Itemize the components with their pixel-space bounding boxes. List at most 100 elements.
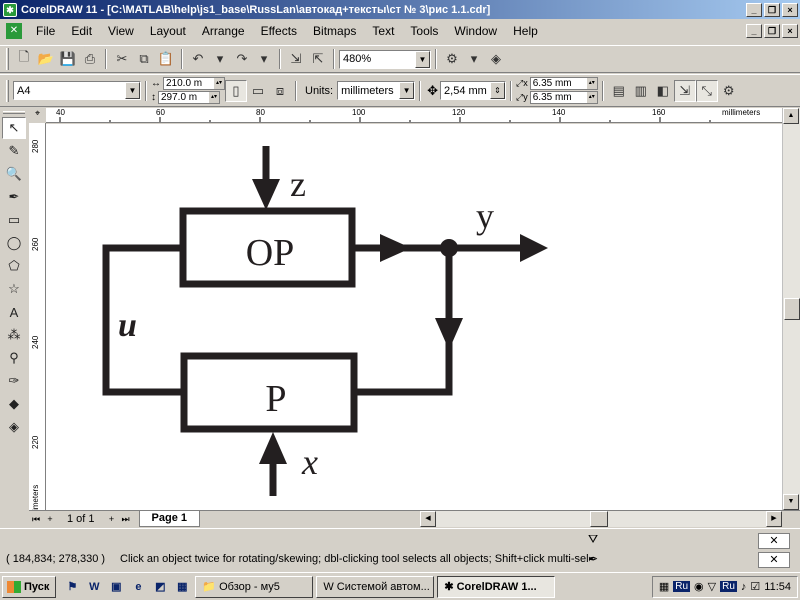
menu-file[interactable]: File	[28, 21, 63, 41]
outline-indicator[interactable]: ✕	[758, 552, 790, 568]
language-indicator[interactable]: Ru	[673, 581, 691, 592]
save-icon[interactable]: ▣	[106, 577, 126, 597]
units-combo[interactable]: millimeters ▼	[337, 81, 416, 100]
page-tab[interactable]: Page 1	[138, 511, 200, 527]
tray-filter-icon[interactable]: ▽	[708, 580, 716, 593]
task-word-document[interactable]: W Системой автом...	[316, 575, 435, 598]
polygon-tool-icon[interactable]: ⬠	[2, 255, 26, 277]
vertical-ruler[interactable]: 280 260 240 220 millimeters	[29, 123, 46, 510]
basic-shapes-tool-icon[interactable]: ☆	[2, 278, 26, 300]
rectangle-tool-icon[interactable]: ▭	[2, 209, 26, 231]
media-icon[interactable]: ▦	[172, 577, 192, 597]
menu-bitmaps[interactable]: Bitmaps	[305, 21, 364, 41]
coreldraw-app-icon[interactable]: ✱	[3, 2, 17, 17]
start-button[interactable]: Пуск	[2, 575, 57, 598]
internet-explorer-icon[interactable]: e	[128, 577, 148, 597]
menu-arrange[interactable]: Arrange	[194, 21, 253, 41]
all-pages-icon[interactable]: ▤	[608, 80, 630, 102]
redo-dropdown-icon[interactable]: ▾	[253, 48, 275, 70]
document-icon[interactable]: ✕	[6, 23, 22, 39]
menu-window[interactable]: Window	[446, 21, 505, 41]
quick-launch-app-icon[interactable]: ⚑	[62, 577, 82, 597]
scroll-left-icon[interactable]: ◀	[420, 511, 436, 527]
doc-restore-button[interactable]: ❐	[764, 24, 780, 38]
outline-tool-icon[interactable]: ✑	[2, 370, 26, 392]
set-default-page-icon[interactable]: ⧈	[269, 80, 291, 102]
copy-icon[interactable]: ⧉	[133, 48, 155, 70]
first-page-icon[interactable]: ⏮	[29, 514, 43, 525]
chevron-down-icon[interactable]: ▼	[399, 82, 415, 99]
undo-icon[interactable]: ↶	[187, 48, 209, 70]
undo-dropdown-icon[interactable]: ▾	[209, 48, 231, 70]
spinner-icon[interactable]: ▴▾	[586, 92, 597, 103]
open-folder-icon[interactable]: 📂	[35, 48, 57, 70]
paper-type-combo[interactable]: A4 ▼	[13, 81, 141, 100]
tray-volume-icon[interactable]: ♪	[741, 581, 747, 593]
chevron-down-icon[interactable]: ▼	[125, 82, 140, 99]
redo-icon[interactable]: ↷	[231, 48, 253, 70]
last-page-icon[interactable]: ⏭	[119, 514, 133, 525]
fill-indicator[interactable]: ✕	[758, 533, 790, 549]
menu-tools[interactable]: Tools	[402, 21, 446, 41]
horizontal-scroll-thumb[interactable]	[590, 511, 608, 527]
shape-tool-icon[interactable]: ✎	[2, 140, 26, 162]
spinner-icon[interactable]: ⇕	[490, 82, 506, 99]
scroll-right-icon[interactable]: ▶	[766, 511, 782, 527]
spinner-icon[interactable]: ▴▾	[214, 78, 224, 89]
add-page-after-icon[interactable]: +	[105, 514, 119, 524]
ellipse-tool-icon[interactable]: ◯	[2, 232, 26, 254]
scroll-up-icon[interactable]: ▲	[783, 108, 799, 124]
launcher-dropdown-icon[interactable]: ▾	[463, 48, 485, 70]
menu-text[interactable]: Text	[364, 21, 402, 41]
maximize-button[interactable]: ❐	[764, 2, 780, 17]
save-icon[interactable]: 💾	[57, 48, 79, 70]
import-icon[interactable]: ⇲	[285, 48, 307, 70]
corel-online-icon[interactable]: ◈	[485, 48, 507, 70]
toolbox-grip[interactable]	[3, 111, 25, 114]
interactive-blend-tool-icon[interactable]: ⁂	[2, 324, 26, 346]
eyedropper-tool-icon[interactable]: ⚲	[2, 347, 26, 369]
tray-check-icon[interactable]: ☑	[750, 580, 760, 593]
language-indicator-secondary[interactable]: Ru	[720, 581, 737, 592]
text-tool-icon[interactable]: A	[2, 301, 26, 323]
horizontal-scrollbar[interactable]: ◀ ▶	[420, 511, 782, 527]
tray-network-icon[interactable]: ◉	[694, 580, 704, 593]
export-icon[interactable]: ⇱	[307, 48, 329, 70]
print-icon[interactable]: ⎙	[79, 48, 101, 70]
paper-width-field[interactable]: 210.0 m ▴▾	[163, 77, 225, 90]
duplicate-y-field[interactable]: 6.35 mm ▴▾	[529, 91, 598, 104]
horizontal-ruler[interactable]: 40 60 80 100 120 140 160 millimeters	[46, 108, 782, 123]
word-icon[interactable]: W	[84, 577, 104, 597]
new-file-icon[interactable]: 🗋	[13, 48, 35, 70]
close-button[interactable]: ×	[782, 2, 798, 17]
desktop-icon[interactable]: ◩	[150, 577, 170, 597]
task-explorer[interactable]: 📁 Обзор - му5	[195, 575, 314, 598]
task-coreldraw[interactable]: ✱ CorelDRAW 1...	[437, 575, 556, 598]
menu-view[interactable]: View	[100, 21, 142, 41]
cut-icon[interactable]: ✂	[111, 48, 133, 70]
application-launcher-icon[interactable]: ⚙	[441, 48, 463, 70]
select-tool-options-icon[interactable]: ⤡	[695, 79, 718, 102]
portrait-icon[interactable]: ▯	[225, 79, 247, 102]
vertical-scroll-thumb[interactable]	[784, 298, 800, 320]
snap-to-objects-icon[interactable]: ⇲	[673, 79, 696, 102]
fill-tool-icon[interactable]: ◆	[2, 393, 26, 415]
doc-minimize-button[interactable]: _	[746, 24, 762, 38]
doc-close-button[interactable]: ×	[782, 24, 798, 38]
menu-help[interactable]: Help	[505, 21, 546, 41]
minimize-button[interactable]: _	[746, 2, 762, 17]
spinner-icon[interactable]: ▴▾	[209, 92, 219, 103]
paper-height-field[interactable]: 297.0 m ▴▾	[158, 91, 220, 104]
treat-as-filled-icon[interactable]: ◧	[652, 80, 674, 102]
current-page-icon[interactable]: ▥	[630, 80, 652, 102]
zoom-tool-icon[interactable]: 🔍	[2, 163, 26, 185]
zoom-level-combo[interactable]: 480% ▼	[339, 49, 431, 69]
ruler-origin-icon[interactable]: ⌖	[29, 108, 46, 123]
vertical-scrollbar[interactable]: ▲ ▼	[782, 108, 800, 510]
duplicate-x-field[interactable]: 6.35 mm ▴▾	[529, 77, 598, 90]
menu-layout[interactable]: Layout	[142, 21, 194, 41]
spinner-icon[interactable]: ▴▾	[586, 78, 597, 89]
nudge-offset-field[interactable]: 2,54 mm ⇕	[440, 81, 507, 100]
toolbar-grip[interactable]	[6, 48, 9, 70]
options-icon[interactable]: ⚙	[718, 80, 740, 102]
